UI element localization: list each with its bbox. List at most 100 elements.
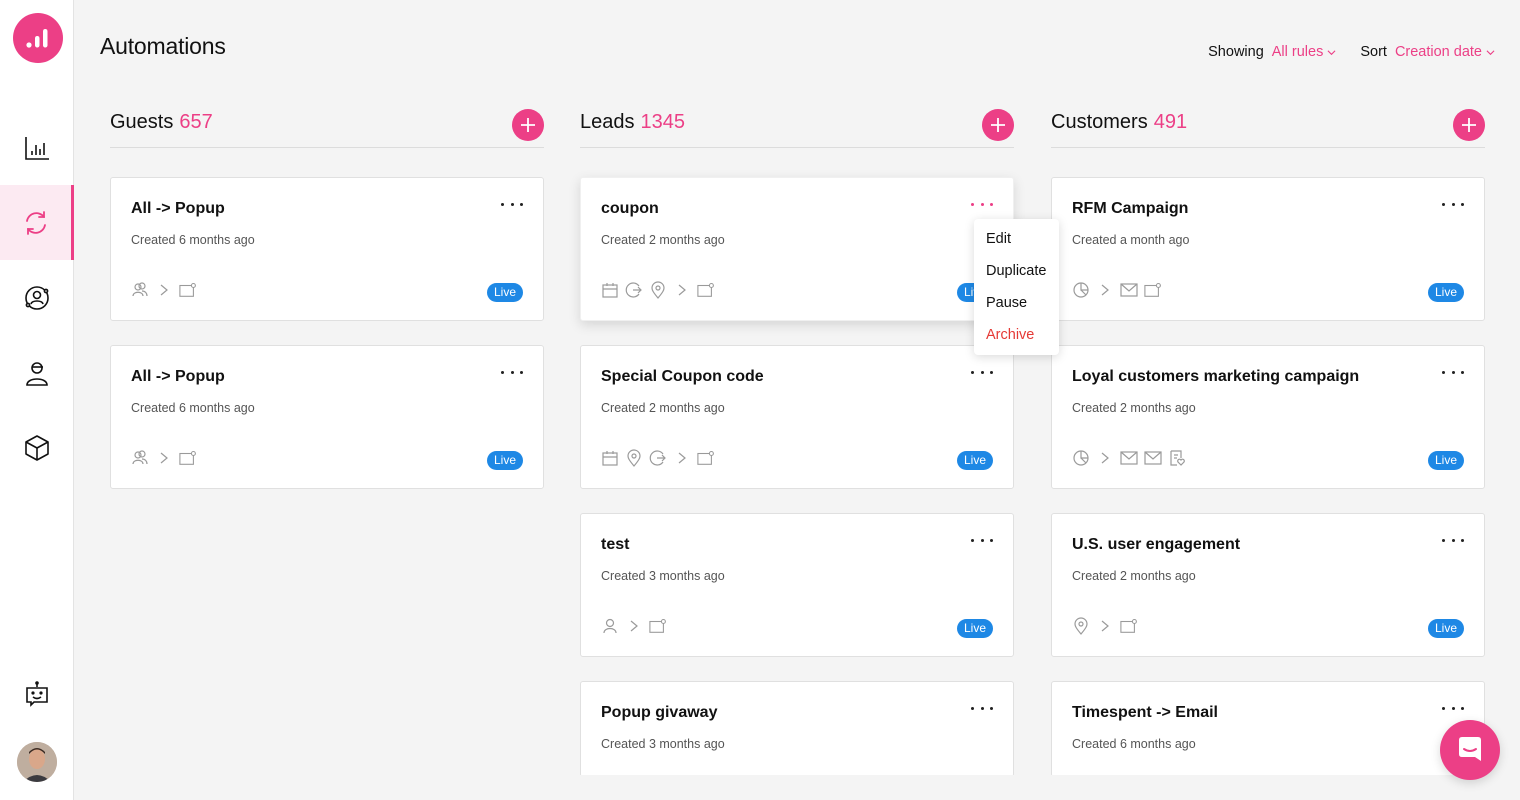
sidebar bbox=[0, 0, 74, 800]
dot-icon bbox=[1461, 538, 1464, 542]
rule-flow bbox=[1072, 617, 1138, 635]
menu-item-archive[interactable]: Archive bbox=[974, 319, 1059, 351]
column-title: Leads bbox=[580, 111, 635, 133]
sidebar-item-contacts[interactable] bbox=[0, 335, 74, 410]
dot-icon bbox=[990, 706, 993, 710]
column-header: Customers 491 bbox=[1051, 105, 1485, 148]
automation-card[interactable]: All -> Popup Created 6 months ago Live bbox=[110, 345, 544, 489]
sidebar-item-analytics[interactable] bbox=[0, 110, 74, 185]
card-title: test bbox=[601, 536, 630, 553]
app-logo[interactable] bbox=[13, 13, 63, 63]
showing-filter[interactable]: Showing All rules bbox=[1208, 44, 1336, 60]
dot-icon bbox=[980, 202, 984, 206]
column-header: Guests 657 bbox=[110, 105, 544, 148]
card-title: Special Coupon code bbox=[601, 368, 764, 385]
menu-item-edit[interactable]: Edit bbox=[974, 223, 1059, 255]
sidebar-item-products[interactable] bbox=[0, 410, 74, 485]
plus-icon bbox=[521, 118, 535, 132]
dot-icon bbox=[520, 370, 523, 374]
dot-icon bbox=[980, 538, 984, 542]
exit-intent-icon bbox=[625, 282, 642, 298]
menu-item-pause[interactable]: Pause bbox=[974, 287, 1059, 319]
dot-icon bbox=[1442, 202, 1445, 206]
more-options-button[interactable] bbox=[971, 532, 993, 548]
calendar-icon bbox=[602, 451, 618, 466]
dot-icon bbox=[1451, 706, 1455, 710]
robot-icon bbox=[26, 680, 48, 707]
dot-icon bbox=[1451, 538, 1455, 542]
card-created: Created 2 months ago bbox=[1072, 569, 1196, 583]
automation-card[interactable]: Loyal customers marketing campaign Creat… bbox=[1051, 345, 1485, 489]
exit-intent-icon bbox=[649, 450, 666, 466]
more-options-button[interactable] bbox=[1442, 700, 1464, 716]
page-title: Automations bbox=[100, 33, 226, 59]
card-created: Created 6 months ago bbox=[131, 233, 255, 247]
chevron-right-icon bbox=[630, 620, 638, 632]
chevron-right-icon bbox=[160, 284, 168, 296]
menu-item-duplicate[interactable]: Duplicate bbox=[974, 255, 1059, 287]
more-options-button[interactable] bbox=[1442, 364, 1464, 380]
automation-card[interactable]: All -> Popup Created 6 months ago Live bbox=[110, 177, 544, 321]
chevron-down-icon bbox=[1327, 49, 1336, 55]
automation-card[interactable]: test Created 3 months ago Live bbox=[580, 513, 1014, 657]
rule-flow bbox=[1072, 449, 1186, 467]
card-title: Timespent -> Email bbox=[1072, 704, 1218, 721]
add-rule-button[interactable] bbox=[1453, 109, 1485, 141]
rule-flow bbox=[601, 617, 667, 635]
pie-chart-icon bbox=[1073, 450, 1089, 466]
dot-icon bbox=[501, 202, 504, 206]
card-title: All -> Popup bbox=[131, 200, 225, 217]
sort-filter[interactable]: Sort Creation date bbox=[1360, 44, 1495, 60]
dot-icon bbox=[1442, 706, 1445, 710]
automation-card[interactable]: Special Coupon code Created 2 months ago… bbox=[580, 345, 1014, 489]
user-cap-icon bbox=[26, 361, 48, 386]
more-options-button[interactable] bbox=[1442, 532, 1464, 548]
column-title: Customers bbox=[1051, 111, 1148, 133]
chevron-right-icon bbox=[678, 452, 686, 464]
more-options-button[interactable] bbox=[971, 700, 993, 716]
cube-icon bbox=[25, 434, 49, 461]
user-avatar[interactable] bbox=[17, 742, 57, 782]
dot-icon bbox=[990, 202, 993, 206]
location-pin-icon bbox=[651, 281, 665, 299]
form-heart-icon bbox=[1170, 450, 1185, 466]
automation-card[interactable]: coupon Created 2 months ago Live bbox=[580, 177, 1014, 321]
dot-icon bbox=[980, 706, 984, 710]
dot-icon bbox=[1451, 202, 1455, 206]
column-title: Guests bbox=[110, 111, 174, 133]
sidebar-item-automations[interactable] bbox=[0, 185, 74, 260]
chat-launcher-button[interactable] bbox=[1440, 720, 1500, 780]
more-options-button[interactable] bbox=[971, 364, 993, 380]
add-rule-button[interactable] bbox=[982, 109, 1014, 141]
sidebar-item-bot[interactable] bbox=[0, 657, 74, 732]
column-count: 657 bbox=[179, 111, 213, 133]
more-options-button[interactable] bbox=[501, 364, 523, 380]
column-count: 491 bbox=[1153, 111, 1188, 133]
chevron-right-icon bbox=[1101, 452, 1109, 464]
automation-card[interactable]: U.S. user engagement Created 2 months ag… bbox=[1051, 513, 1485, 657]
more-options-button[interactable] bbox=[501, 196, 523, 212]
popup-icon bbox=[1120, 618, 1137, 633]
automation-card[interactable]: Popup givaway Created 3 months ago bbox=[580, 681, 1014, 777]
card-context-menu: Edit Duplicate Pause Archive bbox=[974, 219, 1059, 355]
filter-bar: Showing All rules Sort Creation date bbox=[1208, 44, 1495, 60]
email-icon bbox=[1120, 283, 1138, 297]
popup-icon bbox=[179, 282, 196, 297]
card-title: Popup givaway bbox=[601, 704, 718, 721]
automation-card[interactable]: RFM Campaign Created a month ago Live bbox=[1051, 177, 1485, 321]
popup-icon bbox=[697, 450, 714, 465]
automation-card[interactable]: Timespent -> Email Created 6 months ago bbox=[1051, 681, 1485, 777]
location-pin-icon bbox=[627, 449, 641, 467]
card-title: All -> Popup bbox=[131, 368, 225, 385]
user-icon bbox=[603, 618, 617, 634]
chevron-right-icon bbox=[678, 284, 686, 296]
chevron-right-icon bbox=[160, 452, 168, 464]
status-badge: Live bbox=[486, 283, 523, 302]
dot-icon bbox=[1461, 370, 1464, 374]
sidebar-item-audience[interactable] bbox=[0, 260, 74, 335]
more-options-button[interactable] bbox=[971, 196, 993, 212]
status-badge: Live bbox=[1427, 451, 1464, 470]
status-badge: Live bbox=[956, 451, 993, 470]
add-rule-button[interactable] bbox=[512, 109, 544, 141]
more-options-button[interactable] bbox=[1442, 196, 1464, 212]
